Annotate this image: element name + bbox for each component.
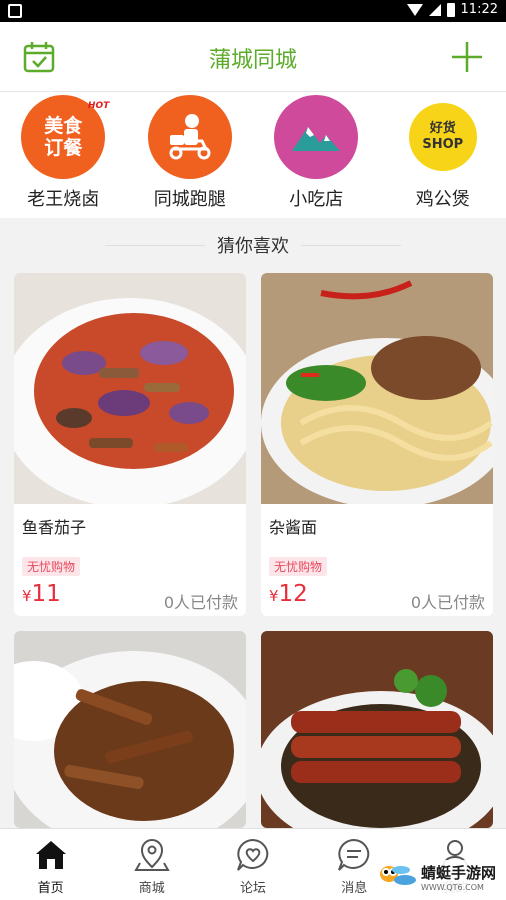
product-card[interactable]: 鱼香茄子 无忧购物 ¥11 0人已付款: [14, 273, 246, 616]
divider: [301, 244, 401, 246]
product-image: [14, 631, 246, 828]
product-tag: 无忧购物: [22, 557, 81, 576]
section-title: 猜你喜欢: [217, 236, 289, 257]
wifi-icon: [406, 3, 423, 16]
product-card[interactable]: 杂酱面 无忧购物 ¥12 0人已付款: [261, 273, 493, 616]
product-name: 杂酱面: [269, 518, 318, 537]
tab-mall[interactable]: 商城: [101, 829, 202, 900]
category-label: 小吃店: [289, 189, 344, 210]
site-watermark: 蜻蜓手游网 WWW.QT6.COM: [372, 860, 500, 894]
category-item-laowang[interactable]: HOT 美食 订餐 老王烧卤: [0, 92, 127, 218]
category-row: HOT 美食 订餐 老王烧卤 同城跑腿 小吃店 好货 SHOP 鸡公煲: [0, 92, 506, 218]
watermark-url: WWW.QT6.COM: [420, 883, 484, 892]
recommend-section-header: 猜你喜欢: [0, 218, 506, 272]
shop-icon: 好货 SHOP: [408, 103, 477, 171]
product-card[interactable]: [14, 631, 246, 828]
product-tag: 无忧购物: [269, 557, 328, 576]
message-icon: [338, 838, 370, 871]
product-name: 鱼香茄子: [22, 518, 87, 537]
app-header: 蒲城同城: [0, 22, 506, 92]
category-label: 鸡公煲: [415, 189, 470, 210]
delivery-scooter-icon: [147, 95, 232, 179]
product-image: [261, 273, 493, 504]
hot-badge: HOT: [87, 101, 110, 111]
category-label: 老王烧卤: [27, 189, 100, 210]
product-price: ¥12: [269, 581, 308, 607]
battery-icon: [446, 2, 455, 17]
category-label: 同城跑腿: [153, 189, 226, 210]
tab-label: 首页: [37, 881, 64, 896]
category-item-errand[interactable]: 同城跑腿: [127, 92, 254, 218]
price-value: 11: [31, 581, 61, 607]
paid-count: 0人已付款: [163, 593, 238, 612]
status-bar: 11:22: [0, 0, 506, 22]
food-order-icon: HOT 美食 订餐: [21, 95, 109, 179]
mountain-icon: [274, 95, 359, 179]
divider: [105, 244, 205, 246]
product-price: ¥11: [22, 581, 61, 607]
icon-text: 好货: [429, 121, 456, 136]
icon-text: 美食: [44, 115, 83, 137]
icon-text: 订餐: [44, 137, 83, 159]
dragonfly-logo-icon: [379, 866, 416, 885]
category-item-snack[interactable]: 小吃店: [253, 92, 380, 218]
tab-label: 商城: [138, 881, 165, 896]
product-image: [14, 273, 246, 504]
status-time: 11:22: [460, 2, 498, 17]
currency-symbol: ¥: [269, 587, 279, 605]
home-icon: [35, 841, 66, 869]
price-value: 12: [278, 581, 308, 607]
heart-chat-icon: [237, 838, 269, 871]
tab-home[interactable]: 首页: [0, 829, 101, 900]
location-icon: [134, 839, 170, 871]
product-image: [261, 631, 493, 828]
category-item-chicken-pot[interactable]: 好货 SHOP 鸡公煲: [380, 92, 506, 218]
currency-symbol: ¥: [22, 587, 32, 605]
page-title: 蒲城同城: [208, 48, 297, 73]
watermark-name: 蜻蜓手游网: [420, 864, 496, 882]
product-card[interactable]: [261, 631, 493, 828]
notification-square-icon: [8, 4, 22, 18]
tab-label: 消息: [341, 881, 368, 896]
icon-text: SHOP: [422, 137, 464, 152]
paid-count: 0人已付款: [410, 593, 485, 612]
signal-icon: [428, 3, 441, 16]
plus-icon[interactable]: [450, 40, 484, 74]
tab-label: 论坛: [240, 881, 267, 896]
tab-forum[interactable]: 论坛: [202, 829, 303, 900]
